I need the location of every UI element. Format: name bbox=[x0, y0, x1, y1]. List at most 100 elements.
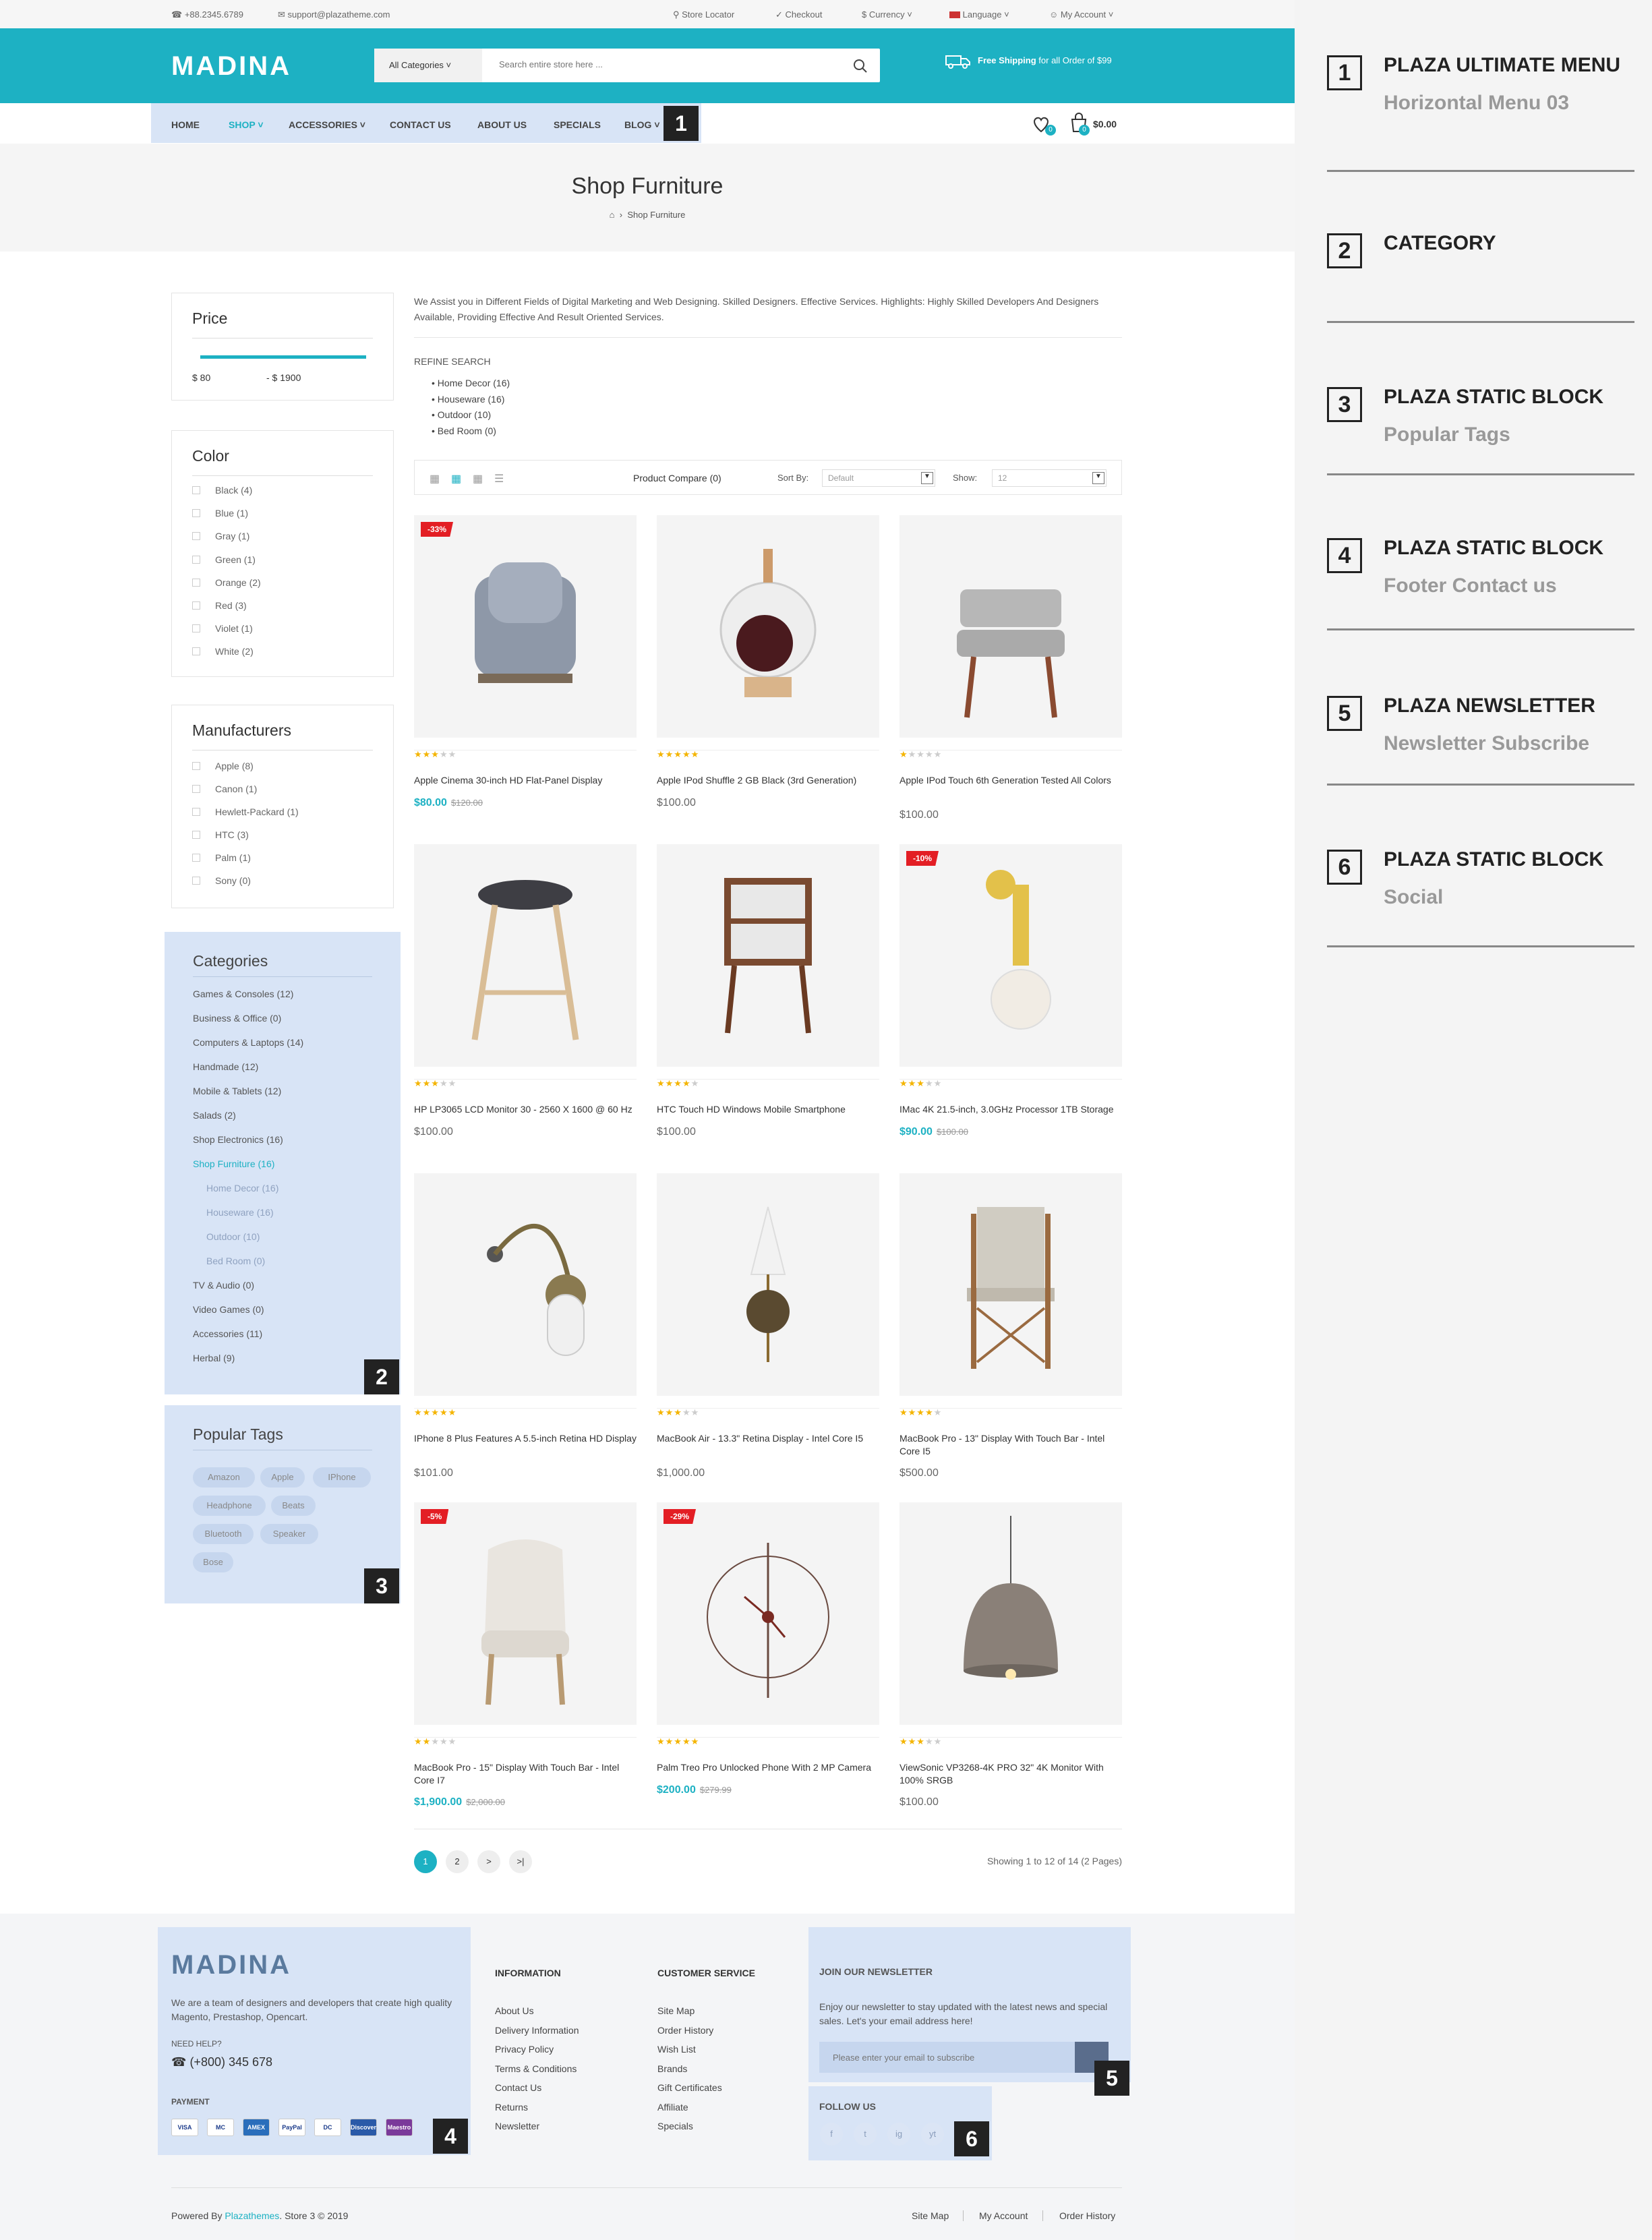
footer-cs-link[interactable]: Gift Certificates bbox=[657, 2082, 722, 2093]
product-image[interactable] bbox=[657, 515, 879, 738]
category-link[interactable]: Computers & Laptops (14) bbox=[193, 1037, 303, 1048]
category-link[interactable]: Business & Office (0) bbox=[193, 1013, 281, 1024]
subcategory-link[interactable]: Bed Room (0) bbox=[206, 1256, 265, 1266]
footer-info-link[interactable]: Privacy Policy bbox=[495, 2044, 554, 2055]
product-name[interactable]: HP LP3065 LCD Monitor 30 - 2560 X 1600 @… bbox=[414, 1103, 637, 1116]
footer-info-link[interactable]: About Us bbox=[495, 2005, 534, 2016]
manufacturer-option[interactable]: Hewlett-Packard (1) bbox=[192, 806, 299, 817]
color-option[interactable]: Red (3) bbox=[192, 600, 247, 611]
currency-dropdown[interactable]: $ Currency ˅ bbox=[862, 9, 912, 20]
grid-4-icon[interactable]: ▦ bbox=[473, 472, 483, 485]
refine-link[interactable]: • Bed Room (0) bbox=[432, 425, 496, 436]
category-link[interactable]: Games & Consoles (12) bbox=[193, 989, 293, 999]
tag-link[interactable]: Bluetooth bbox=[193, 1524, 254, 1544]
category-link[interactable]: Video Games (0) bbox=[193, 1304, 264, 1315]
footer-info-link[interactable]: Terms & Conditions bbox=[495, 2063, 577, 2074]
product-name[interactable]: IMac 4K 21.5-inch, 3.0GHz Processor 1TB … bbox=[899, 1103, 1122, 1116]
page-link[interactable]: > bbox=[477, 1850, 500, 1873]
checkbox[interactable] bbox=[192, 785, 200, 793]
tag-link[interactable]: Headphone bbox=[193, 1496, 266, 1516]
product-name[interactable]: MacBook Air - 13.3" Retina Display - Int… bbox=[657, 1432, 879, 1445]
product-name[interactable]: MacBook Pro - 13" Display With Touch Bar… bbox=[899, 1432, 1122, 1458]
footer-info-link[interactable]: Returns bbox=[495, 2102, 528, 2113]
manufacturer-option[interactable]: Canon (1) bbox=[192, 784, 257, 794]
checkbox[interactable] bbox=[192, 624, 200, 633]
checkout-link[interactable]: ✓ Checkout bbox=[775, 9, 822, 20]
price-slider[interactable] bbox=[200, 355, 366, 359]
checkbox[interactable] bbox=[192, 647, 200, 656]
social-twitter-icon[interactable]: t bbox=[854, 2123, 877, 2146]
checkbox[interactable] bbox=[192, 509, 200, 518]
product-image[interactable] bbox=[414, 844, 637, 1067]
product-name[interactable]: Apple Cinema 30-inch HD Flat-Panel Displ… bbox=[414, 774, 637, 787]
nav-home[interactable]: HOME bbox=[171, 119, 200, 130]
product-name[interactable]: MacBook Pro - 15" Display With Touch Bar… bbox=[414, 1761, 637, 1787]
tag-link[interactable]: IPhone bbox=[313, 1467, 371, 1487]
footer-info-link[interactable]: Contact Us bbox=[495, 2082, 541, 2093]
footer-cs-link[interactable]: Affiliate bbox=[657, 2102, 688, 2113]
product-image[interactable] bbox=[899, 515, 1122, 738]
product-name[interactable]: ViewSonic VP3268-4K PRO 32" 4K Monitor W… bbox=[899, 1761, 1122, 1787]
newsletter-email-input[interactable] bbox=[819, 2042, 1092, 2073]
checkbox[interactable] bbox=[192, 808, 200, 816]
tag-link[interactable]: Amazon bbox=[193, 1467, 255, 1487]
bottom-link[interactable]: Order History bbox=[1059, 2210, 1115, 2221]
page-link[interactable]: 1 bbox=[414, 1850, 437, 1873]
search-icon[interactable] bbox=[853, 59, 868, 73]
product-image[interactable] bbox=[899, 1173, 1122, 1396]
product-image[interactable] bbox=[657, 1173, 879, 1396]
footer-phone[interactable]: ☎ (+800) 345 678 bbox=[171, 2055, 272, 2069]
footer-info-link[interactable]: Delivery Information bbox=[495, 2025, 579, 2036]
my-account-dropdown[interactable]: ☺ My Account ˅ bbox=[1049, 9, 1113, 20]
page-link[interactable]: 2 bbox=[446, 1850, 469, 1873]
checkbox[interactable] bbox=[192, 601, 200, 610]
product-compare-link[interactable]: Product Compare (0) bbox=[633, 473, 721, 483]
product-image[interactable] bbox=[414, 1173, 637, 1396]
tag-link[interactable]: Speaker bbox=[260, 1524, 318, 1544]
color-option[interactable]: Orange (2) bbox=[192, 577, 261, 588]
social-youtube-icon[interactable]: yt bbox=[921, 2123, 944, 2146]
category-link[interactable]: Accessories (11) bbox=[193, 1328, 262, 1339]
social-instagram-icon[interactable]: ig bbox=[887, 2123, 910, 2146]
footer-cs-link[interactable]: Order History bbox=[657, 2025, 713, 2036]
subcategory-link[interactable]: Home Decor (16) bbox=[206, 1183, 278, 1193]
color-option[interactable]: Black (4) bbox=[192, 485, 252, 496]
product-image[interactable] bbox=[899, 1502, 1122, 1725]
footer-cs-link[interactable]: Wish List bbox=[657, 2044, 696, 2055]
product-image[interactable]: -29% bbox=[657, 1502, 879, 1725]
sort-select[interactable]: Default ▼ bbox=[822, 469, 935, 487]
product-image[interactable]: -33% bbox=[414, 515, 637, 738]
category-link[interactable]: Salads (2) bbox=[193, 1110, 236, 1121]
list-icon[interactable]: ☰ bbox=[494, 472, 504, 485]
checkbox[interactable] bbox=[192, 831, 200, 839]
nav-blog[interactable]: BLOG ˅ bbox=[624, 119, 660, 130]
tag-link[interactable]: Beats bbox=[271, 1496, 316, 1516]
cart-total[interactable]: $0.00 bbox=[1093, 119, 1117, 129]
color-option[interactable]: Gray (1) bbox=[192, 531, 249, 541]
bottom-link[interactable]: My Account bbox=[979, 2210, 1028, 2221]
color-option[interactable]: Violet (1) bbox=[192, 623, 253, 634]
checkbox[interactable] bbox=[192, 532, 200, 541]
footer-cs-link[interactable]: Site Map bbox=[657, 2005, 695, 2016]
footer-info-link[interactable]: Newsletter bbox=[495, 2121, 539, 2131]
product-name[interactable]: Apple IPod Touch 6th Generation Tested A… bbox=[899, 774, 1122, 787]
nav-accessories[interactable]: ACCESSORIES ˅ bbox=[289, 119, 365, 130]
grid-2-icon[interactable]: ▦ bbox=[430, 472, 440, 485]
social-facebook-icon[interactable]: f bbox=[820, 2123, 843, 2146]
category-link[interactable]: Shop Furniture (16) bbox=[193, 1158, 274, 1169]
show-select[interactable]: 12 ▼ bbox=[992, 469, 1107, 487]
color-option[interactable]: Green (1) bbox=[192, 554, 256, 565]
nav-contact[interactable]: CONTACT US bbox=[390, 119, 451, 130]
product-name[interactable]: Apple IPod Shuffle 2 GB Black (3rd Gener… bbox=[657, 774, 879, 787]
product-name[interactable]: Palm Treo Pro Unlocked Phone With 2 MP C… bbox=[657, 1761, 879, 1774]
nav-shop[interactable]: SHOP ˅ bbox=[229, 119, 264, 130]
nav-specials[interactable]: SPECIALS bbox=[554, 119, 601, 130]
refine-link[interactable]: • Home Decor (16) bbox=[432, 378, 510, 388]
logo[interactable]: MADINA bbox=[171, 51, 291, 82]
email-link[interactable]: ✉ support@plazatheme.com bbox=[278, 9, 390, 20]
nav-about[interactable]: ABOUT US bbox=[477, 119, 527, 130]
footer-cs-link[interactable]: Brands bbox=[657, 2063, 687, 2074]
category-link[interactable]: Shop Electronics (16) bbox=[193, 1134, 283, 1145]
subcategory-link[interactable]: Houseware (16) bbox=[206, 1207, 274, 1218]
color-option[interactable]: Blue (1) bbox=[192, 508, 248, 519]
